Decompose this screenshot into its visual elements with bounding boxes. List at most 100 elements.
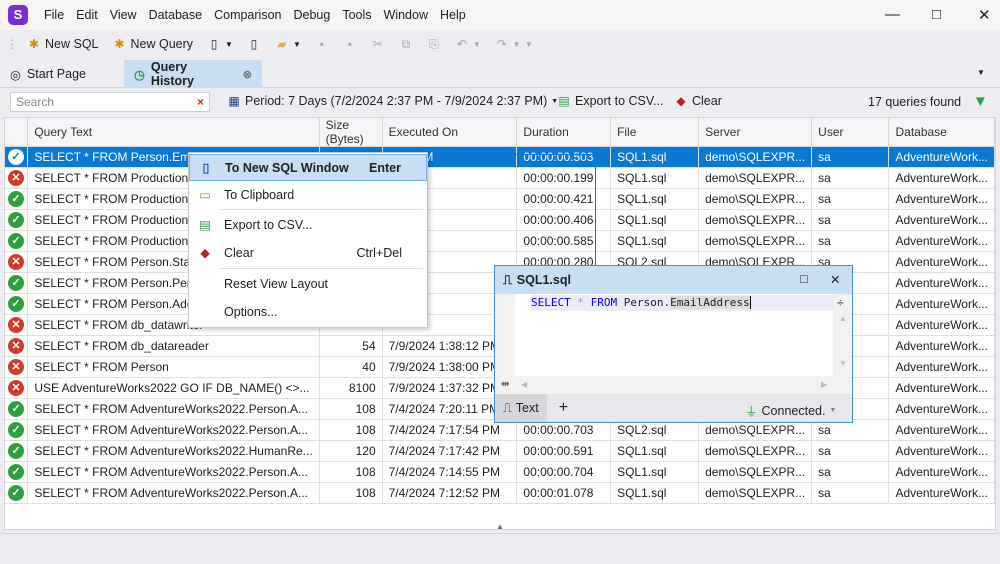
cell-file: SQL1.sql xyxy=(610,146,700,168)
column-header[interactable]: Duration xyxy=(516,118,612,147)
undo-icon: ↶ xyxy=(456,37,467,51)
close-preview-button[interactable]: ✕ xyxy=(830,272,840,287)
cell-server: demo\SQLEXPR... xyxy=(698,188,813,210)
error-icon: ✕ xyxy=(8,170,24,186)
table-row[interactable]: ✓ SELECT * FROM Production.Proc 00:00:00.4… xyxy=(5,188,995,210)
chevron-down-icon[interactable]: ▼ xyxy=(525,40,533,49)
close-window-button[interactable]: ✕ xyxy=(978,6,991,24)
column-header[interactable]: File xyxy=(610,118,700,147)
undo-button[interactable]: ↶ ▼ xyxy=(450,37,486,51)
new-sql-button[interactable]: ✱ New SQL xyxy=(22,37,104,51)
cell-query: SELECT * FROM AdventureWorks2022.Person.… xyxy=(27,461,320,483)
cell-file: SQL1.sql xyxy=(610,440,700,462)
cell-db: AdventureWork... xyxy=(888,419,995,441)
splitter-expand-icon[interactable]: ▲ xyxy=(496,522,504,531)
column-header[interactable]: User xyxy=(811,118,890,147)
sql-editor[interactable]: SELECT * FROM Person.EmailAddress xyxy=(515,294,833,376)
chevron-down-icon[interactable]: ▼ xyxy=(473,40,481,49)
search-input[interactable]: Search × xyxy=(10,92,210,112)
status-cell: ✕ xyxy=(5,314,29,336)
menu-help[interactable]: Help xyxy=(434,8,472,22)
table-row[interactable]: ✓SELECT * FROM Person.EmailAdd1:08 PM00:… xyxy=(5,146,995,168)
tab-query-history[interactable]: ◷ Query History ⊗ xyxy=(124,60,262,88)
clear-search-icon[interactable]: × xyxy=(197,93,204,111)
maximize-button[interactable]: □ xyxy=(932,6,941,23)
table-row[interactable]: ✓ SELECT * FROM Production.Loca 00:00:00.4… xyxy=(5,209,995,231)
text-tab[interactable]: ⎍ Text xyxy=(495,394,547,422)
split-editor-icon[interactable]: ÷ xyxy=(837,296,844,310)
table-row[interactable]: ✓ SELECT * FROM AdventureWorks2022.HumanR… xyxy=(5,440,995,462)
success-icon: ✓ xyxy=(8,422,24,438)
column-header[interactable]: Server xyxy=(698,118,813,147)
open-button[interactable]: ▰ ▼ xyxy=(270,37,306,51)
column-header[interactable]: Database xyxy=(888,118,995,147)
context-menu-item[interactable]: Options... xyxy=(189,298,427,325)
cell-size: 40 xyxy=(319,356,383,378)
save-all-button[interactable]: ▪ xyxy=(338,37,362,51)
menu-database[interactable]: Database xyxy=(143,8,209,22)
tab-list-chevron-icon[interactable]: ▼ xyxy=(977,68,985,77)
cell-db: AdventureWork... xyxy=(888,251,995,273)
status-cell: ✓ xyxy=(5,188,29,210)
menu-window[interactable]: Window xyxy=(378,8,434,22)
maximize-preview-button[interactable]: □ xyxy=(800,272,808,286)
preview-connector xyxy=(595,154,596,266)
filter-toggle-icon[interactable]: ▼ xyxy=(973,93,988,110)
new-query-button[interactable]: ✱ New Query xyxy=(108,37,199,51)
menu-edit[interactable]: Edit xyxy=(70,8,104,22)
save-button[interactable]: ▪ xyxy=(310,37,334,51)
context-menu-item[interactable]: ▭ To Clipboard xyxy=(189,181,427,208)
add-tab-button[interactable]: + xyxy=(559,399,568,417)
split-horizontal-icon[interactable]: ⇹ xyxy=(501,379,509,390)
cell-server: demo\SQLEXPR... xyxy=(698,482,813,504)
column-header[interactable]: Executed On xyxy=(382,118,518,147)
copy-button[interactable]: ⧉ xyxy=(394,37,418,51)
new-file-button[interactable]: ▯ xyxy=(242,37,266,51)
cell-size: 120 xyxy=(319,440,383,462)
cell-size: 108 xyxy=(319,482,383,504)
cell-file: SQL1.sql xyxy=(610,209,700,231)
export-csv-button[interactable]: ▤ Export to CSV... xyxy=(552,94,668,108)
context-menu-item[interactable]: ▯ To New SQL Window Enter xyxy=(189,154,427,181)
close-tab-icon[interactable]: ⊗ xyxy=(243,68,252,81)
horizontal-scrollbar[interactable]: ⇹ ◀ ▶ xyxy=(495,376,852,393)
table-row[interactable]: ✓ SELECT * FROM AdventureWorks2022.Person… xyxy=(5,482,995,504)
success-icon: ✓ xyxy=(8,464,24,480)
connection-status[interactable]: ⏚ Connected. ▼ xyxy=(740,401,841,420)
cut-button[interactable]: ✂ xyxy=(366,37,390,51)
cell-query: SELECT * FROM AdventureWorks2022.Person.… xyxy=(27,482,320,504)
table-row[interactable]: ✕ SELECT * FROM Production.Proc 00:00:00.1… xyxy=(5,167,995,189)
menu-debug[interactable]: Debug xyxy=(287,8,336,22)
period-dropdown[interactable]: ▦ Period: 7 Days (7/2/2024 2:37 PM - 7/9/… xyxy=(222,94,563,108)
chevron-down-icon[interactable]: ▼ xyxy=(225,40,233,49)
context-menu-item[interactable]: ▤ Export to CSV... xyxy=(189,211,427,238)
column-header[interactable]: Query Text xyxy=(27,118,320,147)
vertical-scrollbar[interactable]: ▲ ▼ xyxy=(835,314,851,376)
paste-button[interactable]: ⎘ xyxy=(422,37,446,51)
minimize-button[interactable]: — xyxy=(885,6,900,23)
cell-exec: 7/4/2024 7:12:52 PM xyxy=(382,482,518,504)
redo-button[interactable]: ↷ ▼ ▼ xyxy=(490,37,538,51)
chevron-down-icon[interactable]: ▼ xyxy=(293,40,301,49)
context-menu-item[interactable]: ◆ Clear Ctrl+Del xyxy=(189,239,427,266)
cell-db: AdventureWork... xyxy=(888,293,995,315)
new-document-button[interactable]: ▯ ▼ xyxy=(202,37,238,51)
menu-view[interactable]: View xyxy=(104,8,143,22)
context-menu: ▯ To New SQL Window Enter ▭ To Clipboard ▤ Exp… xyxy=(188,152,428,328)
column-header[interactable] xyxy=(5,118,29,147)
chevron-down-icon[interactable]: ▼ xyxy=(513,40,521,49)
tab-start-page[interactable]: ◎ Start Page xyxy=(0,60,122,88)
table-row[interactable]: ✓ SELECT * FROM Production.Proc 00:00:00.5… xyxy=(5,230,995,252)
menu-comparison[interactable]: Comparison xyxy=(208,8,287,22)
context-menu-item[interactable]: Reset View Layout xyxy=(189,270,427,297)
menu-file[interactable]: File xyxy=(38,8,70,22)
success-icon: ✓ xyxy=(8,275,24,291)
cell-dur: 00:00:00.704 xyxy=(516,461,612,483)
table-row[interactable]: ✓ SELECT * FROM AdventureWorks2022.Person… xyxy=(5,461,995,483)
clear-button[interactable]: ◆ Clear xyxy=(669,94,727,108)
filter-bar: Search × ▦ Period: 7 Days (7/2/2024 2:37 P… xyxy=(0,88,1000,116)
column-header[interactable]: Size (Bytes) xyxy=(319,118,383,147)
cell-db: AdventureWork... xyxy=(888,209,995,231)
cell-query: SELECT * FROM AdventureWorks2022.HumanRe… xyxy=(27,440,320,462)
menu-tools[interactable]: Tools xyxy=(336,8,377,22)
